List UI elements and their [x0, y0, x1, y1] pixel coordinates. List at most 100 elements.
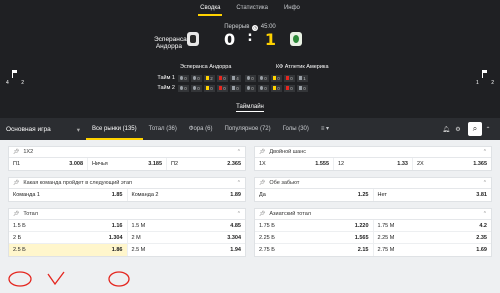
stat-corner: 1 [297, 74, 308, 82]
odds-row: 2.75 Б 2.15 2.75 М 1.69 [255, 244, 491, 256]
ball-icon [247, 76, 251, 80]
stats-team1-label: Эсперанса Андорра [180, 64, 232, 70]
pin-icon[interactable]: 📌︎ [13, 180, 19, 186]
chevron-up-icon[interactable]: ⌃ [237, 149, 241, 155]
tab-handicap[interactable]: Фора (6) [183, 118, 219, 140]
tab-more-menu[interactable]: ≡ ▾ [315, 118, 335, 140]
odds-row: 1Х 1.555 12 1.33 2Х 1.365 [255, 158, 491, 170]
market-header[interactable]: 📌︎ Тотал ⌃ [9, 209, 245, 220]
odds-row: П1 3.008 Ничья 3.185 П2 2.365 [9, 158, 245, 170]
stat-yellow: 0 [271, 74, 282, 82]
odd-cell[interactable]: 2 М 3.304 [128, 232, 246, 243]
odd-cell[interactable]: 1.75 Б 1.220 [255, 220, 374, 231]
chevron-up-icon[interactable]: ⌃ [483, 211, 487, 217]
odd-cell[interactable]: 2Х 1.365 [413, 158, 491, 170]
market-header[interactable]: 📌︎ Какая команда пройдет в следующий этап… [9, 178, 245, 189]
tab-all-markets[interactable]: Все рынки (135) [86, 118, 143, 140]
odd-cell[interactable]: П2 2.365 [167, 158, 245, 170]
tab-info[interactable]: Инфо [282, 5, 302, 16]
stat-value: 0 [236, 85, 239, 91]
chevron-up-icon[interactable]: ⌃ [483, 180, 487, 186]
chevron-up-icon[interactable]: ⌃ [237, 180, 241, 186]
odd-cell[interactable]: 2 Б 1.304 [9, 232, 128, 243]
odd-cell[interactable]: 1Х 1.555 [255, 158, 334, 170]
timeline-link[interactable]: Таймлайн [0, 104, 500, 112]
odd-cell[interactable]: 1.5 Б 1.16 [9, 220, 128, 231]
stats-cells-t2: 0 0 0 0 0 [245, 84, 308, 92]
bell-icon[interactable]: 🔔︎ [440, 126, 452, 133]
score-team2: 1 [264, 30, 276, 49]
tab-goals[interactable]: Голы (30) [277, 118, 315, 140]
market-header[interactable]: 📌︎ 1Х2 ⌃ [9, 147, 245, 158]
stat-yellow: 2 [204, 74, 215, 82]
market-next-stage: 📌︎ Какая команда пройдет в следующий этап… [8, 177, 246, 202]
market-nav: Основная игра Все рынки (135) Тотал (36)… [0, 118, 500, 140]
odd-cell[interactable]: 2.25 М 2.35 [374, 232, 492, 243]
odd-cell[interactable]: Команда 2 1.89 [128, 189, 246, 201]
market-header[interactable]: 📌︎ Азиатский тотал ⌃ [255, 209, 491, 220]
market-title: 1Х2 [23, 149, 34, 155]
stat-value: 0 [290, 85, 293, 91]
odd-cell[interactable]: 12 1.33 [334, 158, 413, 170]
odd-cell[interactable]: Нет 3.81 [374, 189, 492, 201]
stat-red: 0 [217, 84, 228, 92]
stats-team2-label: КФ Атлетик Америка [276, 64, 329, 70]
gear-icon[interactable]: ⚙ [452, 126, 464, 133]
odd-cell[interactable]: 2.25 Б 1.565 [255, 232, 374, 243]
corner-icon [299, 76, 303, 80]
pin-icon[interactable]: 📌︎ [259, 149, 265, 155]
tab-statistics[interactable]: Статистика [234, 5, 270, 16]
odd-cell[interactable]: 1.75 М 4.2 [374, 220, 492, 231]
search-icon[interactable]: ⌕ [468, 122, 482, 136]
odd-cell[interactable]: Ничья 3.185 [88, 158, 167, 170]
team1-name[interactable]: Эсперанса Андорра [154, 36, 187, 50]
corner-flag-icon [12, 70, 18, 78]
odds-row: 2.25 Б 1.565 2.25 М 2.35 [255, 232, 491, 244]
collapse-icon[interactable]: ⌃ [482, 126, 494, 133]
stat-value: 0 [251, 75, 254, 81]
pin-icon[interactable]: 📌︎ [13, 149, 19, 155]
corner-icon [299, 86, 303, 90]
yellow-icon [273, 86, 277, 90]
chevron-up-icon[interactable]: ⌃ [483, 149, 487, 155]
market-header[interactable]: 📌︎ Двойной шанс ⌃ [255, 147, 491, 158]
stats-row-label: Тайм 2 [157, 85, 175, 91]
pin-icon[interactable]: 📌︎ [259, 211, 265, 217]
stat-value: 1 [303, 75, 306, 81]
odd-cell[interactable]: 2.75 Б 2.15 [255, 244, 374, 256]
odds-row: 1.5 Б 1.16 1.5 М 4.85 [9, 220, 245, 232]
game-selector[interactable]: Основная игра [0, 126, 86, 134]
odd-cell[interactable]: 2.75 М 1.69 [374, 244, 492, 256]
odd-cell[interactable]: Да 1.25 [255, 189, 374, 201]
pin-icon[interactable]: 📌︎ [13, 211, 19, 217]
stat-value: 0 [184, 75, 187, 81]
odd-cell[interactable]: 2.5 М 1.94 [128, 244, 246, 256]
tab-summary[interactable]: Сводка [198, 5, 223, 16]
odd-cell[interactable]: Команда 1 1.85 [9, 189, 128, 201]
red-handdrawn-annotation [8, 271, 130, 287]
market-header[interactable]: 📌︎ Обе забьют ⌃ [255, 178, 491, 189]
team1-yellow-count: 2 [21, 80, 24, 86]
timeline-label[interactable]: Таймлайн [236, 104, 264, 112]
odd-cell-selected[interactable]: 2.5 Б 1.86 [9, 244, 128, 256]
ball-icon [180, 76, 184, 80]
pin-icon[interactable]: 📌︎ [259, 180, 265, 186]
stat-red: 0 [284, 74, 295, 82]
ball-icon [247, 86, 251, 90]
market-title: Какая команда пройдет в следующий этап [23, 180, 133, 186]
odd-cell[interactable]: П1 3.008 [9, 158, 88, 170]
stat-value: 0 [210, 85, 213, 91]
tab-popular[interactable]: Популярное (72) [218, 118, 276, 140]
market-title: Двойной шанс [269, 149, 307, 155]
odd-cell[interactable]: 1.5 М 4.85 [128, 220, 246, 231]
stat-value: 0 [184, 85, 187, 91]
stat-value: 0 [223, 85, 226, 91]
chevron-up-icon[interactable]: ⌃ [237, 211, 241, 217]
market-1x2: 📌︎ 1Х2 ⌃ П1 3.008 Ничья 3.185 П2 2.365 [8, 146, 246, 171]
stat-value: 4 [236, 75, 239, 81]
tab-total[interactable]: Тотал (36) [143, 118, 183, 140]
odds-row: 2 Б 1.304 2 М 3.304 [9, 232, 245, 244]
team2-corners: 1 [476, 80, 479, 86]
score-separator: : [247, 30, 253, 45]
stat-value: 0 [197, 75, 200, 81]
